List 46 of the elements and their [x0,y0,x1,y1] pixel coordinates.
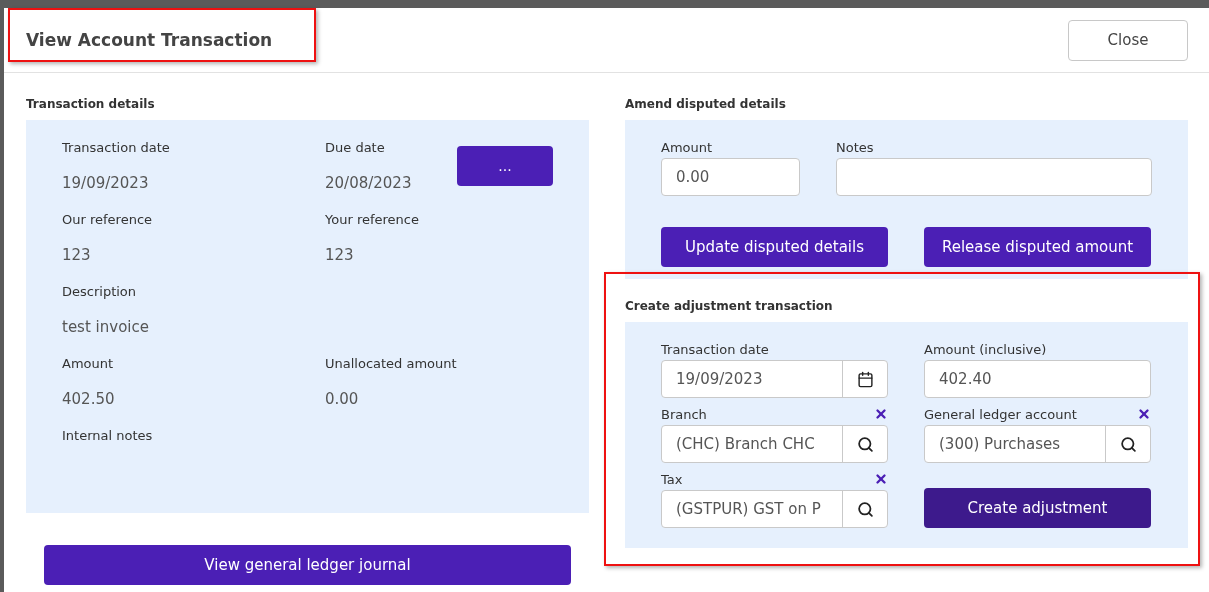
notes-field[interactable] [836,158,1152,196]
input-field[interactable]: 19/09/2023 [661,360,888,398]
field-label: Our reference [62,210,154,229]
input-field[interactable]: (GSTPUR) GST on P [661,490,888,528]
field-label: Branch [661,406,707,422]
window-title: View Account Transaction [26,29,273,52]
clear-icon[interactable] [874,407,888,421]
journal-button[interactable]: View general ledger journal [44,545,571,585]
action-button[interactable]: Update disputed details [661,227,888,267]
clear-icon[interactable] [1137,407,1151,421]
calendar-icon[interactable] [856,370,874,388]
field-label: General ledger account [924,406,1077,422]
section-title: Transaction details [26,97,156,111]
field-value: 0.00 [325,389,360,410]
field-label: Notes [836,138,875,157]
field-label: Unallocated amount [325,354,457,373]
input-field[interactable]: (300) Purchases [924,425,1151,463]
search-icon[interactable] [856,500,874,518]
field-label: Tax [661,471,683,487]
field-label: Amount [62,354,115,373]
section-title: Amend disputed details [625,97,787,111]
amount-field[interactable]: 0.00 [661,158,800,196]
field-value: 402.50 [62,389,116,410]
section-title: Create adjustment transaction [625,299,834,313]
clear-icon[interactable] [874,472,888,486]
search-icon[interactable] [1119,435,1137,453]
field-label: Due date [325,138,386,157]
input-field[interactable]: (CHC) Branch CHC [661,425,888,463]
field-label: Transaction date [661,341,769,357]
field-value: 20/08/2023 [325,173,413,194]
field-label: Your reference [325,210,420,229]
action-button[interactable]: Release disputed amount [924,227,1151,267]
create-adjustment-button[interactable]: Create adjustment [924,488,1151,528]
field-label: Amount [661,138,714,157]
search-icon[interactable] [856,435,874,453]
field-label: Description [62,282,138,301]
field-label: Transaction date [62,138,171,157]
close-button[interactable]: Close [1068,19,1188,61]
field-value: 123 [325,245,355,266]
field-value: test invoice [62,317,150,338]
field-label: Amount (inclusive) [924,341,1047,357]
field-value: 19/09/2023 [62,173,150,194]
field-value: 123 [62,245,92,266]
field-label: Internal notes [62,426,154,445]
input-field[interactable]: 402.40 [924,360,1151,398]
more-button[interactable]: ... [457,146,553,186]
